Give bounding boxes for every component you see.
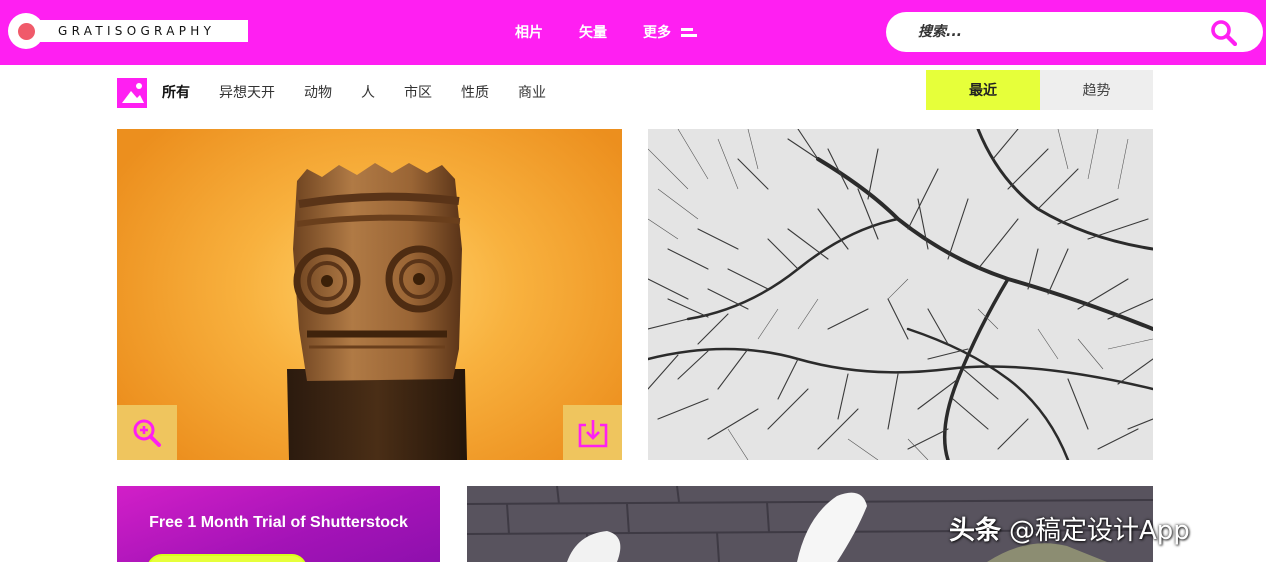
category-people[interactable]: 人 bbox=[361, 84, 375, 102]
sort-recent-button[interactable]: 最近 bbox=[926, 70, 1040, 110]
search-box bbox=[886, 12, 1263, 52]
category-whimsical[interactable]: 异想天开 bbox=[219, 84, 275, 102]
sort-trending-button[interactable]: 趋势 bbox=[1040, 70, 1153, 110]
watermark-part-2: @稿定设计App bbox=[1009, 516, 1190, 546]
category-tabs: 所有 异想天开 动物 人 市区 性质 商业 bbox=[162, 84, 546, 102]
photo-bare-tree[interactable] bbox=[648, 129, 1153, 460]
logo-circle bbox=[8, 13, 44, 49]
wooden-figure-image bbox=[287, 163, 467, 460]
watermark-part-1: 头条 bbox=[949, 516, 1002, 546]
bare-tree-image bbox=[648, 129, 1153, 460]
image-icon bbox=[117, 78, 147, 108]
category-animals[interactable]: 动物 bbox=[304, 84, 332, 102]
search-input[interactable] bbox=[918, 20, 1198, 44]
search-icon[interactable] bbox=[1210, 19, 1237, 46]
download-icon bbox=[578, 419, 607, 447]
category-urban[interactable]: 市区 bbox=[404, 84, 432, 102]
nav-item-vectors-label: 矢量 bbox=[579, 25, 607, 41]
promo-cta-button[interactable] bbox=[147, 554, 307, 562]
promo-text: Free 1 Month Trial of Shutterstock bbox=[149, 514, 408, 531]
menu-lines-icon bbox=[681, 25, 697, 40]
logo-dot bbox=[17, 22, 35, 40]
download-button[interactable] bbox=[563, 405, 622, 460]
category-business[interactable]: 商业 bbox=[518, 84, 546, 102]
category-all[interactable]: 所有 bbox=[162, 84, 190, 102]
zoom-in-button[interactable] bbox=[117, 405, 177, 460]
logo-text: GRATISOGRAPHY bbox=[58, 24, 216, 38]
gratisography-logo[interactable]: GRATISOGRAPHY bbox=[8, 13, 248, 49]
watermark: 头条 @稿定设计App bbox=[949, 510, 1190, 547]
category-nature[interactable]: 性质 bbox=[461, 84, 489, 102]
image-icon-glyph bbox=[122, 83, 144, 103]
zoom-in-icon bbox=[133, 419, 161, 447]
logo-plate: GRATISOGRAPHY bbox=[26, 20, 248, 42]
photo-wooden-figure[interactable] bbox=[117, 129, 622, 460]
nav-item-photos-label: 相片 bbox=[515, 25, 543, 41]
main-nav: 相片 矢量 更多 bbox=[515, 22, 697, 42]
nav-item-photos[interactable]: 相片 bbox=[515, 22, 543, 42]
nav-item-vectors[interactable]: 矢量 bbox=[579, 22, 607, 42]
nav-item-more-label: 更多 bbox=[643, 25, 671, 41]
nav-item-more[interactable]: 更多 bbox=[643, 22, 697, 42]
top-navbar: GRATISOGRAPHY 相片 矢量 更多 bbox=[0, 0, 1266, 65]
shutterstock-promo-card[interactable]: Free 1 Month Trial of Shutterstock bbox=[117, 486, 440, 562]
